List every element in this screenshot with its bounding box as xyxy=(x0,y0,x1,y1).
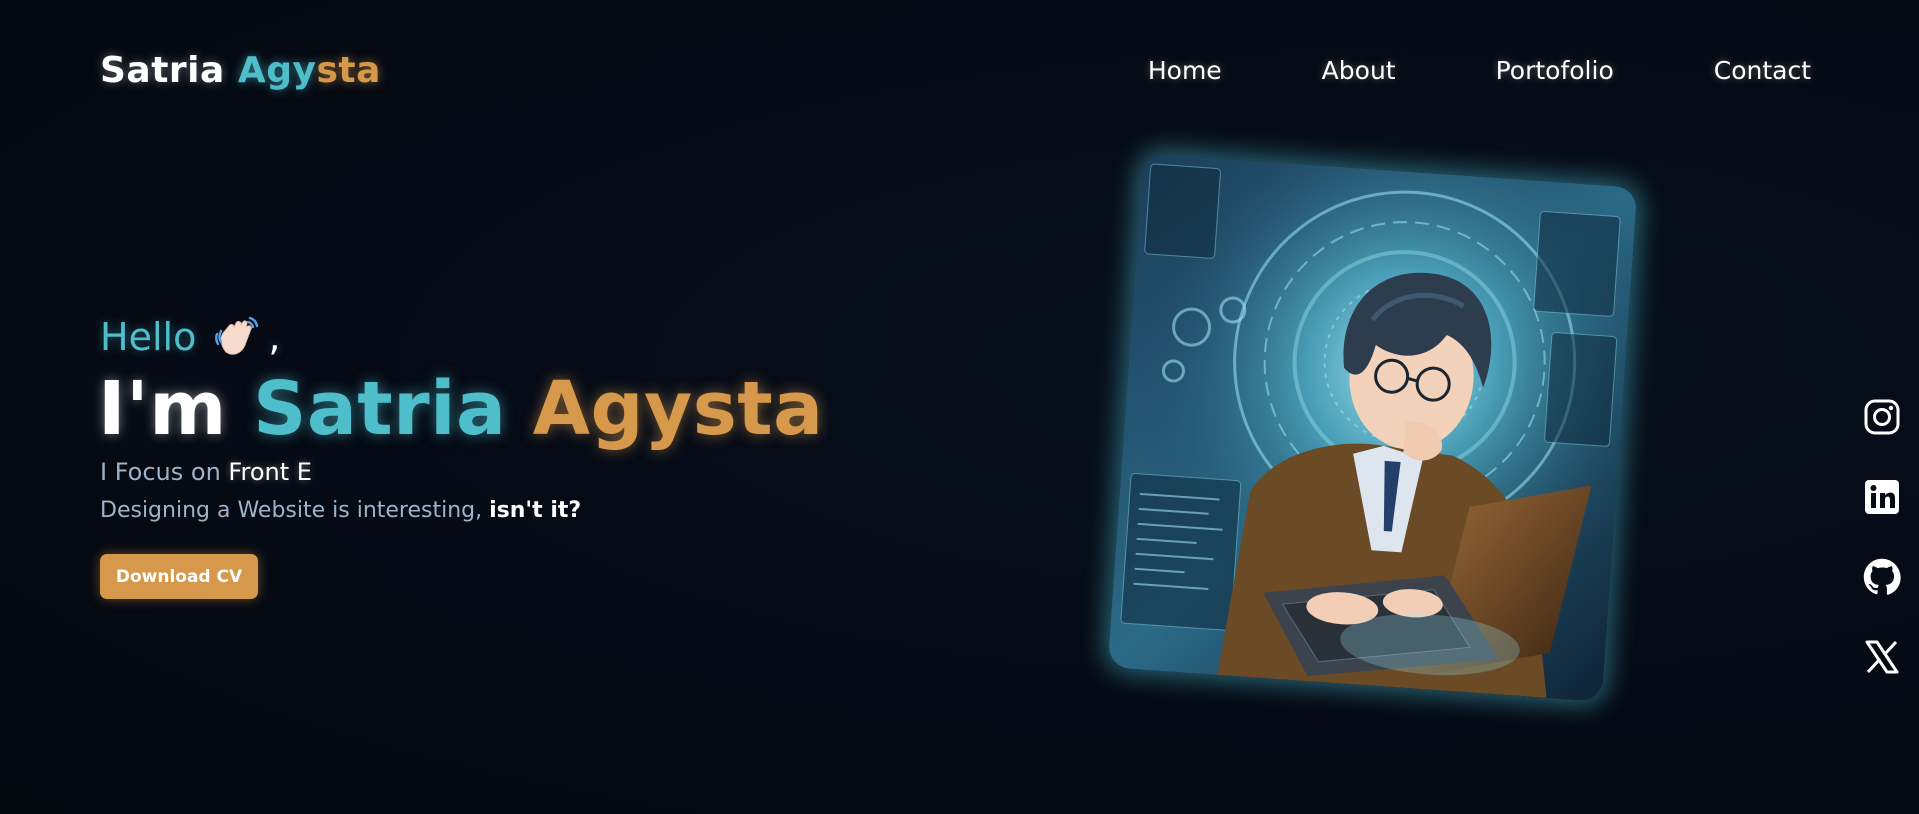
github-icon[interactable] xyxy=(1863,558,1901,596)
instagram-icon[interactable] xyxy=(1863,398,1901,436)
download-cv-button[interactable]: Download CV xyxy=(100,554,258,599)
page: Satria Agysta Home About Portofolio Cont… xyxy=(0,0,1919,814)
social-links xyxy=(1863,398,1901,676)
hello-greeting: Hello , xyxy=(100,312,280,362)
hello-text: Hello xyxy=(100,315,197,359)
main-nav: Home About Portofolio Contact xyxy=(1048,56,1811,85)
logo-last-name-part-a: Agy xyxy=(237,50,317,91)
focus-role-typing: Front E xyxy=(228,458,312,486)
tagline: Designing a Website is interesting, isn'… xyxy=(100,498,581,523)
logo-last-name-part-b: sta xyxy=(316,50,381,91)
headline-last-name: Agysta xyxy=(532,366,824,452)
logo-first-name: Satria xyxy=(100,50,225,91)
anime-programmer-illustration xyxy=(1107,153,1638,702)
site-logo[interactable]: Satria Agysta xyxy=(100,50,381,91)
hero-headline: I'm Satria Agysta xyxy=(98,366,824,452)
linkedin-icon[interactable] xyxy=(1863,478,1901,516)
waving-hand-icon xyxy=(212,312,262,362)
headline-im: I'm xyxy=(98,366,227,452)
hero-illustration xyxy=(1107,153,1638,702)
tagline-main: Designing a Website is interesting, xyxy=(100,498,483,523)
focus-line: I Focus on Front E xyxy=(100,458,312,486)
x-twitter-icon[interactable] xyxy=(1863,638,1901,676)
headline-first-name: Satria xyxy=(253,366,507,452)
tagline-emphasis: isn't it? xyxy=(489,498,582,523)
focus-label: I Focus on xyxy=(100,458,221,486)
nav-about[interactable]: About xyxy=(1322,56,1396,85)
nav-contact[interactable]: Contact xyxy=(1714,56,1811,85)
hello-comma: , xyxy=(268,315,281,359)
nav-home[interactable]: Home xyxy=(1148,56,1222,85)
nav-portofolio[interactable]: Portofolio xyxy=(1496,56,1614,85)
